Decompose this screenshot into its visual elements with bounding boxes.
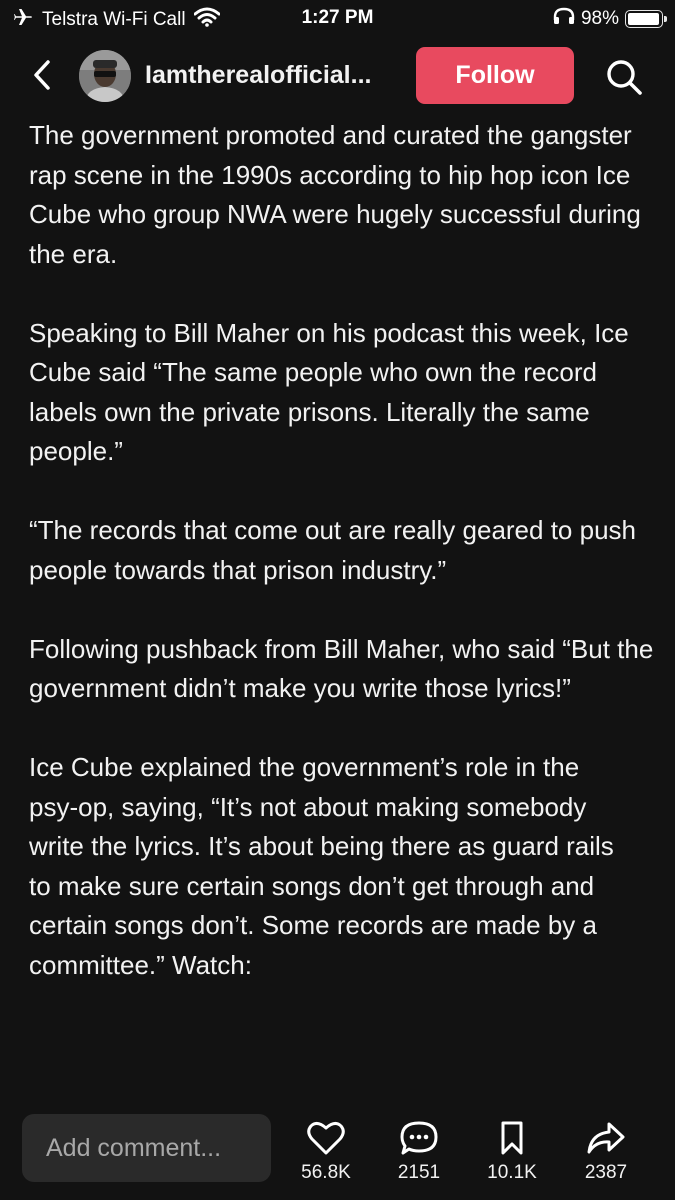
battery-percent: 98% xyxy=(580,8,619,29)
comment-button[interactable]: 2151 xyxy=(379,1120,459,1184)
heart-icon xyxy=(307,1121,345,1155)
post-paragraph: Ice Cube explained the government’s role… xyxy=(29,752,614,980)
post-paragraph: Speaking to Bill Maher on his podcast th… xyxy=(29,317,629,467)
comment-input[interactable]: Add comment... xyxy=(22,1114,271,1182)
bottom-action-bar: Add comment... 56.8K 2151 10.1K 2387 xyxy=(0,1100,675,1200)
headphones-icon xyxy=(553,7,575,31)
avatar-image xyxy=(79,50,131,102)
post-paragraph: Following pushback from Bill Maher, who … xyxy=(29,633,654,704)
username[interactable]: Iamtherealofficial... xyxy=(145,61,400,90)
post-paragraph: The government promoted and curated the … xyxy=(29,120,641,269)
bookmark-icon xyxy=(501,1121,523,1155)
follow-button[interactable]: Follow xyxy=(416,47,574,104)
comment-count: 2151 xyxy=(397,1162,441,1183)
post-paragraph: “The records that come out are really ge… xyxy=(29,515,636,585)
bookmark-count: 10.1K xyxy=(487,1162,537,1183)
status-right: 98% xyxy=(553,7,667,31)
search-icon xyxy=(607,60,642,95)
battery-icon xyxy=(625,10,667,28)
battery-fill xyxy=(628,13,660,25)
share-button[interactable]: 2387 xyxy=(566,1120,646,1184)
like-count: 56.8K xyxy=(301,1162,351,1183)
status-bar: Telstra Wi-Fi Call 1:27 PM 98% xyxy=(0,0,675,38)
bookmark-button[interactable]: 10.1K xyxy=(472,1120,552,1184)
back-chevron-icon xyxy=(34,60,50,90)
like-button[interactable]: 56.8K xyxy=(286,1120,366,1184)
back-button[interactable] xyxy=(26,58,60,92)
post-header: Iamtherealofficial... Follow xyxy=(0,44,675,108)
share-count: 2387 xyxy=(584,1162,628,1183)
search-button[interactable] xyxy=(604,57,644,97)
share-icon xyxy=(587,1122,625,1154)
comment-icon xyxy=(400,1121,438,1155)
post-body: The government promoted and curated the … xyxy=(29,116,659,1025)
avatar[interactable] xyxy=(79,50,131,102)
